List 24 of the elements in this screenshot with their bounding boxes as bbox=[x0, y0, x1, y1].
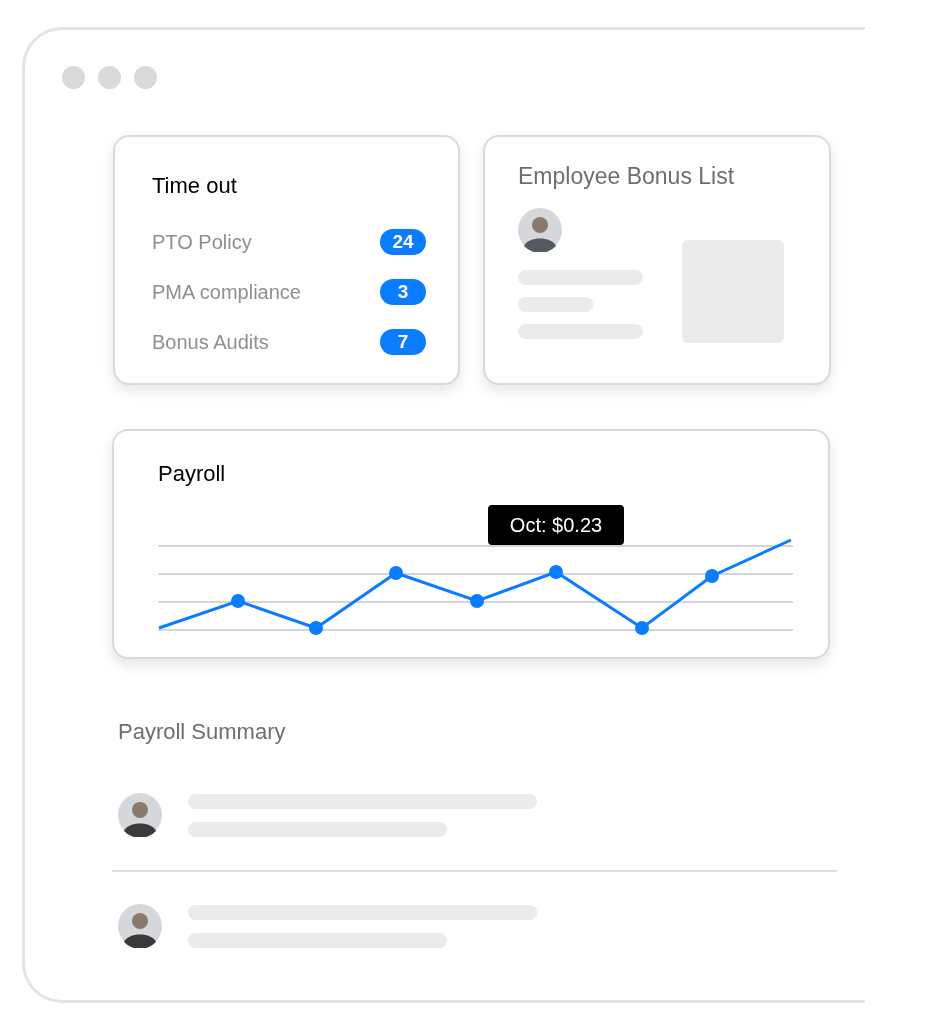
window-dot bbox=[134, 66, 157, 89]
chart-point bbox=[309, 621, 323, 635]
chart-point bbox=[549, 565, 563, 579]
chart-point bbox=[705, 569, 719, 583]
chart-point bbox=[389, 566, 403, 580]
avatar bbox=[518, 208, 562, 252]
chart-point bbox=[635, 621, 649, 635]
item-label: PTO Policy bbox=[152, 230, 252, 254]
item-label: PMA compliance bbox=[152, 280, 301, 304]
avatar bbox=[118, 904, 162, 948]
chart-tooltip: Oct: $0.23 bbox=[488, 505, 624, 545]
item-label: Bonus Audits bbox=[152, 330, 269, 354]
chart-point bbox=[231, 594, 245, 608]
card-title: Time out bbox=[152, 175, 238, 197]
count-badge: 24 bbox=[380, 229, 426, 255]
count-badge: 3 bbox=[380, 279, 426, 305]
card-title: Payroll bbox=[158, 463, 227, 485]
avatar bbox=[118, 793, 162, 837]
window-dot bbox=[98, 66, 121, 89]
window-dot bbox=[62, 66, 85, 89]
chart-point bbox=[470, 594, 484, 608]
card-title: Employee Bonus List bbox=[518, 165, 736, 188]
count-badge: 7 bbox=[380, 329, 426, 355]
section-title: Payroll Summary bbox=[118, 721, 287, 743]
